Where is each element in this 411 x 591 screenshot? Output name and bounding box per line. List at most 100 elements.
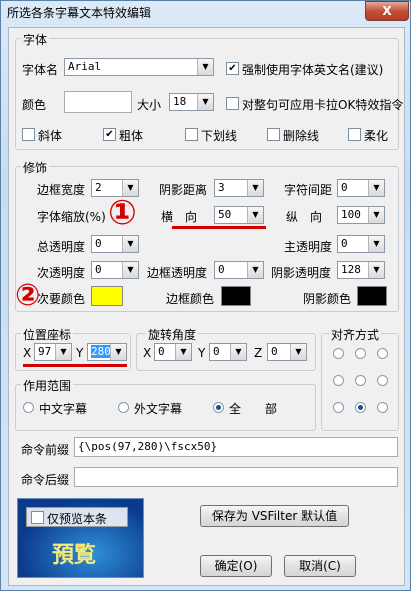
dialog-body: 字体 字体名 Arial ▼ ✔ 强制使用字体英文名(建议) 颜色 大小 18 ▼ … [8,27,405,586]
align-bottom-center-radio[interactable] [355,402,366,413]
rot-y-label: Y [198,346,206,360]
bold-label: 粗体 [119,129,144,143]
secondary-color-swatch[interactable] [91,286,123,306]
karaoke-label: 对整句可应用卡拉OK特效指令 [242,98,404,112]
rot-y-select[interactable]: 0 ▼ [209,343,247,361]
annotation-underline-2 [23,364,127,367]
italic-label: 斜体 [38,129,63,143]
underline-label: 下划线 [201,129,238,143]
chevron-down-icon: ▼ [230,344,246,360]
color-label: 颜色 [22,98,47,112]
rot-y-value: 0 [213,345,220,358]
bold-checkbox[interactable]: ✔ [103,128,116,141]
border-alpha-label: 边框透明度 [147,266,208,280]
shadow-distance-select[interactable]: 3 ▼ [214,179,264,197]
annotation-one: ① [108,193,137,233]
rot-z-label: Z [254,346,263,360]
command-prefix-value: {\pos(97,280)\fscx50} [78,440,218,453]
rot-x-value: 0 [158,345,165,358]
chevron-down-icon: ▼ [368,207,384,223]
command-suffix-label: 命令后缀 [21,473,70,487]
pos-x-select[interactable]: 97 ▼ [34,343,72,361]
command-prefix-input[interactable]: {\pos(97,280)\fscx50} [74,437,398,457]
align-bottom-right-radio[interactable] [377,402,388,413]
chevron-down-icon: ▼ [55,344,71,360]
char-spacing-select[interactable]: 0 ▼ [337,179,385,197]
cancel-button[interactable]: 取消(C) [284,555,356,577]
border-color-swatch[interactable] [221,286,251,306]
scope-foreign-radio[interactable] [118,402,129,413]
align-middle-right-radio[interactable] [377,375,388,386]
chevron-down-icon: ▼ [110,344,126,360]
rot-x-label: X [143,346,152,360]
total-alpha-label: 总透明度 [37,240,86,254]
scope-foreign-label: 外文字幕 [134,402,183,416]
shadow-alpha-select[interactable]: 128 ▼ [337,261,385,279]
primary-alpha-label: 主透明度 [284,240,333,254]
soft-checkbox[interactable] [348,128,361,141]
align-middle-center-radio[interactable] [355,375,366,386]
shadow-color-label: 阴影颜色 [303,292,352,306]
position-group-label: 位置座标 [21,326,74,343]
char-spacing-value: 0 [341,181,348,194]
align-bottom-left-radio[interactable] [333,402,344,413]
scope-chinese-radio[interactable] [23,402,34,413]
font-group-label: 字体 [21,31,50,48]
preview-only-label: 仅预览本条 [47,512,108,526]
force-english-checkbox[interactable]: ✔ [226,62,239,75]
window-title: 所选各条字幕文本特效编辑 [7,6,152,20]
effect-editor-window: 所选各条字幕文本特效编辑 X 字体 字体名 Arial ▼ ✔ 强制使用字体英文名… [0,0,411,591]
preview-logo: 預覧 [52,543,97,568]
align-middle-left-radio[interactable] [333,375,344,386]
size-value: 18 [173,95,187,108]
border-width-label: 边框宽度 [37,183,86,197]
chevron-down-icon: ▼ [122,262,138,278]
scale-x-label: 横 向 [161,210,198,224]
annotation-underline-1 [172,226,266,229]
ok-button[interactable]: 确定(O) [200,555,272,577]
secondary-alpha-select[interactable]: 0 ▼ [91,261,139,279]
total-alpha-select[interactable]: 0 ▼ [91,235,139,253]
align-top-right-radio[interactable] [377,348,388,359]
font-name-select[interactable]: Arial ▼ [64,58,214,76]
border-alpha-select[interactable]: 0 ▼ [214,261,264,279]
pos-y-value: 280 [91,345,111,358]
align-top-center-radio[interactable] [355,348,366,359]
chevron-down-icon: ▼ [197,59,213,75]
chevron-down-icon: ▼ [122,236,138,252]
underline-checkbox[interactable] [185,128,198,141]
close-button[interactable]: X [365,1,409,21]
chevron-down-icon: ▼ [175,344,191,360]
pos-y-select[interactable]: 280 ▼ [87,343,127,361]
chevron-down-icon: ▼ [247,262,263,278]
italic-checkbox[interactable] [22,128,35,141]
rot-z-select[interactable]: 0 ▼ [267,343,307,361]
preview-only-checkbox[interactable] [31,511,44,524]
scope-all-radio[interactable] [213,402,224,413]
chevron-down-icon: ▼ [247,207,263,223]
save-default-button[interactable]: 保存为 VSFilter 默认值 [200,505,349,527]
primary-color-swatch[interactable] [64,91,132,113]
annotation-two: ② [15,278,41,313]
pos-x-value: 97 [38,345,52,358]
scope-all-label: 全 部 [229,402,278,416]
primary-alpha-select[interactable]: 0 ▼ [337,235,385,253]
strikeout-checkbox[interactable] [267,128,280,141]
chevron-down-icon: ▼ [368,262,384,278]
rot-x-select[interactable]: 0 ▼ [154,343,192,361]
pos-y-label: Y [76,346,84,360]
shadow-color-swatch[interactable] [357,286,387,306]
chevron-down-icon: ▼ [290,344,306,360]
border-color-label: 边框颜色 [166,292,215,306]
karaoke-checkbox[interactable] [226,97,239,110]
scale-label: 字体缩放(%) [37,210,106,224]
command-suffix-input[interactable] [74,467,398,487]
scale-x-select[interactable]: 50 ▼ [214,206,264,224]
size-select[interactable]: 18 ▼ [169,93,214,111]
shadow-distance-value: 3 [218,181,225,194]
preview-panel: 仅预览本条 預覧 [17,498,144,578]
scale-y-select[interactable]: 100 ▼ [337,206,385,224]
shadow-distance-label: 阴影距离 [159,183,208,197]
align-top-left-radio[interactable] [333,348,344,359]
shadow-alpha-value: 128 [341,263,361,276]
